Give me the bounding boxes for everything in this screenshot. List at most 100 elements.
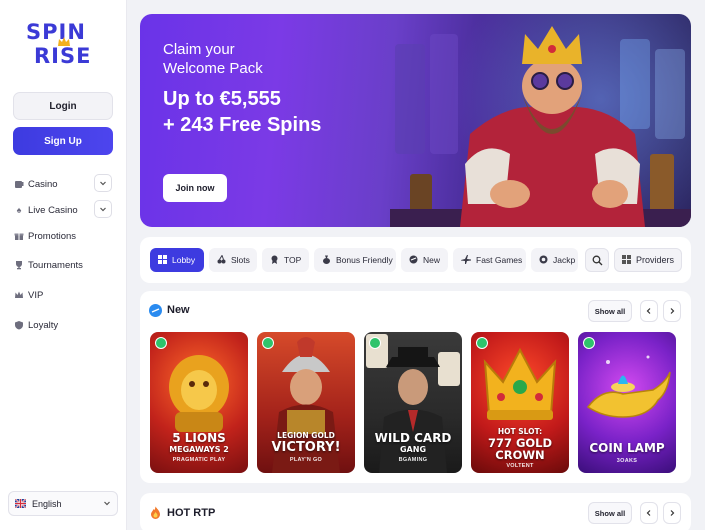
sidebar-item-casino[interactable]: Casino bbox=[14, 174, 58, 194]
cherries-icon bbox=[217, 253, 226, 266]
game-title: WILD CARD bbox=[374, 431, 452, 445]
game-subtitle: 777 GOLD CROWN bbox=[487, 436, 553, 463]
game-title: COIN LAMP bbox=[589, 441, 665, 455]
providers-button[interactable]: Providers bbox=[614, 248, 682, 272]
tab-lobby[interactable]: Lobby bbox=[150, 248, 204, 272]
chevron-left-icon bbox=[646, 308, 651, 314]
slot-machine-icon bbox=[14, 179, 24, 189]
tab-new[interactable]: New bbox=[401, 248, 448, 272]
game-subtitle: GANG bbox=[399, 445, 427, 454]
sidebar-item-label: Promotions bbox=[28, 230, 77, 242]
sidebar-item-loyalty[interactable]: Loyalty bbox=[14, 315, 58, 335]
chevron-right-icon bbox=[670, 308, 675, 314]
new-icon bbox=[409, 255, 418, 266]
game-subtitle: MEGAWAYS 2 bbox=[169, 445, 229, 454]
hero-line2: Welcome Pack bbox=[163, 60, 263, 77]
logo-line2: RISE bbox=[34, 44, 92, 68]
prev-arrow-button[interactable] bbox=[640, 300, 658, 322]
game-tile-legion-gold-victory[interactable]: LEGION GOLD VICTORY! PLAY'N GO bbox=[257, 332, 355, 473]
live-casino-expand-chevron-icon[interactable] bbox=[94, 200, 112, 218]
next-arrow-button[interactable] bbox=[663, 502, 681, 524]
tab-label: Jackp bbox=[553, 255, 576, 265]
welcome-banner[interactable]: Claim your Welcome Pack Up to €5,555 + 2… bbox=[140, 14, 691, 227]
join-now-button[interactable]: Join now bbox=[163, 174, 227, 202]
chevron-left-icon bbox=[646, 510, 651, 516]
show-all-button[interactable]: Show all bbox=[588, 300, 632, 322]
sidebar-item-label: Tournaments bbox=[28, 259, 83, 271]
new-badge-icon bbox=[149, 304, 162, 317]
grid-icon bbox=[621, 254, 631, 266]
spinrise-logo[interactable]: SPIN RISE bbox=[26, 22, 106, 70]
lobby-icon bbox=[158, 254, 167, 266]
hot-rtp-section: HOT RTP Show all bbox=[140, 493, 691, 530]
jackpot-icon bbox=[539, 255, 548, 266]
hero-intro: Claim your Welcome Pack bbox=[163, 40, 303, 78]
login-button[interactable]: Login bbox=[13, 92, 113, 120]
sidebar-item-label: Casino bbox=[28, 178, 58, 190]
game-title: LEGION GOLD bbox=[277, 431, 335, 440]
section-title: New bbox=[167, 304, 190, 316]
logo-line1: SPIN bbox=[26, 20, 86, 44]
tab-label: Lobby bbox=[172, 255, 196, 265]
next-arrow-button[interactable] bbox=[663, 300, 681, 322]
sidebar-item-vip[interactable]: VIP bbox=[14, 285, 43, 305]
sidebar-item-tournaments[interactable]: Tournaments bbox=[14, 255, 83, 275]
section-title: HOT RTP bbox=[167, 507, 216, 519]
hero-offer-amount: Up to €5,555 bbox=[163, 88, 281, 110]
tab-slots[interactable]: Slots bbox=[209, 248, 257, 272]
game-title: HOT SLOT: bbox=[497, 427, 543, 436]
providers-label: Providers bbox=[635, 255, 674, 265]
search-button[interactable] bbox=[585, 248, 609, 272]
tab-top[interactable]: TOP bbox=[262, 248, 309, 272]
show-all-button[interactable]: Show all bbox=[588, 502, 632, 524]
money-bag-icon bbox=[322, 255, 331, 266]
tab-label: New bbox=[423, 255, 441, 265]
chevron-right-icon bbox=[670, 510, 675, 516]
chevron-down-icon bbox=[103, 499, 111, 509]
sidebar-item-live-casino[interactable]: ♠ Live Casino bbox=[14, 200, 78, 220]
sidebar-item-promotions[interactable]: Promotions bbox=[14, 226, 76, 246]
category-bar: Lobby Slots TOP Bonus Friendly New Fast … bbox=[140, 237, 691, 283]
new-badge-icon bbox=[369, 337, 381, 349]
flame-icon bbox=[151, 506, 160, 519]
hero-line1: Claim your bbox=[163, 41, 235, 58]
tab-fast-games[interactable]: Fast Games bbox=[453, 248, 526, 272]
game-subtitle: VICTORY! bbox=[271, 440, 341, 455]
sidebar-item-label: VIP bbox=[28, 289, 44, 301]
new-badge-icon bbox=[262, 337, 274, 349]
new-badge-icon bbox=[583, 337, 595, 349]
spade-icon: ♠ bbox=[16, 205, 22, 215]
game-tile-hot-slot-777-gold-crown[interactable]: HOT SLOT: 777 GOLD CROWN VOLTENT bbox=[471, 332, 569, 473]
casino-expand-chevron-icon[interactable] bbox=[94, 174, 112, 192]
tab-jackpot[interactable]: Jackp bbox=[531, 248, 578, 272]
game-provider: PLAY'N GO bbox=[289, 457, 323, 463]
sidebar-item-label: Live Casino bbox=[28, 204, 78, 216]
game-provider: BGAMING bbox=[398, 457, 428, 463]
plane-icon bbox=[461, 254, 471, 266]
game-tile-wild-card-gang[interactable]: WILD CARD GANG BGAMING bbox=[364, 332, 462, 473]
game-tile-coin-lamp[interactable]: COIN LAMP 3OAKS bbox=[578, 332, 676, 473]
trophy-icon bbox=[14, 260, 24, 270]
new-badge-icon bbox=[476, 337, 488, 349]
tab-label: Slots bbox=[231, 255, 250, 265]
new-games-section: New Show all 5 LIONS MEGAWAYS 2 PRAGMATI… bbox=[140, 291, 691, 483]
tab-bonus-friendly[interactable]: Bonus Friendly bbox=[314, 248, 396, 272]
crown-icon bbox=[14, 290, 24, 300]
language-label: English bbox=[32, 498, 62, 509]
tab-label: Fast Games bbox=[476, 255, 523, 265]
tab-label: TOP bbox=[284, 255, 302, 265]
gift-icon bbox=[14, 231, 24, 241]
game-provider: PRAGMATIC PLAY bbox=[172, 457, 226, 463]
prev-arrow-button[interactable] bbox=[640, 502, 658, 524]
medal-icon bbox=[270, 255, 279, 266]
uk-flag-icon bbox=[15, 499, 26, 508]
tab-label: Bonus Friendly bbox=[336, 255, 393, 265]
sidebar-item-label: Loyalty bbox=[28, 319, 59, 331]
signup-button[interactable]: Sign Up bbox=[13, 127, 113, 155]
sidebar: SPIN RISE Login Sign Up Casino ♠ Live Ca… bbox=[0, 0, 127, 530]
new-badge-icon bbox=[155, 337, 167, 349]
hero-offer: Up to €5,555 + 243 Free Spins bbox=[163, 86, 363, 138]
language-selector[interactable]: English bbox=[8, 491, 118, 516]
game-title: 5 LIONS bbox=[172, 431, 226, 445]
game-tile-5-lions-megaways-2[interactable]: 5 LIONS MEGAWAYS 2 PRAGMATIC PLAY bbox=[150, 332, 248, 473]
